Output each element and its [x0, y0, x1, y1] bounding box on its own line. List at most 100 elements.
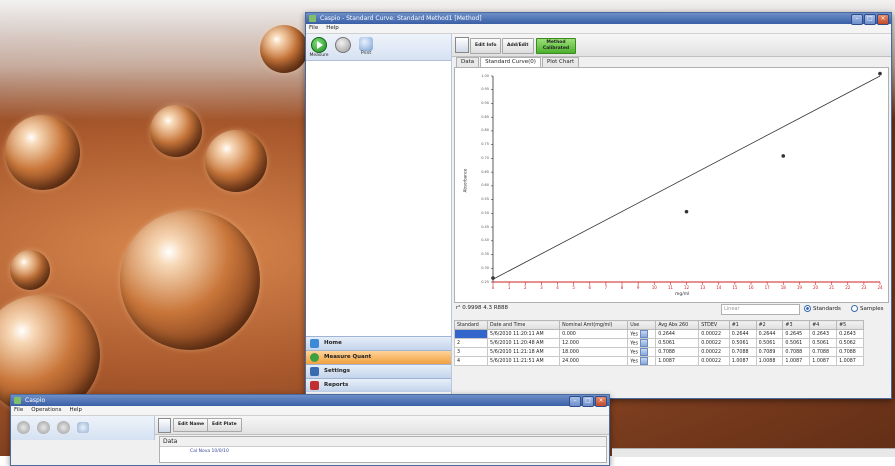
- column-header[interactable]: Nominal Amt(mg/ml): [559, 320, 629, 330]
- tab-data[interactable]: Data: [456, 57, 480, 67]
- dropdown-arrow-icon[interactable]: [639, 339, 648, 347]
- table-cell: 24.000: [559, 356, 629, 366]
- regression-status: r² 0.9998 4.3 R888: [456, 305, 509, 311]
- menu-help[interactable]: Help: [69, 406, 82, 415]
- radio-standards[interactable]: Standards: [804, 305, 841, 312]
- play-icon[interactable]: [17, 421, 30, 434]
- column-header[interactable]: #3: [782, 320, 811, 330]
- nav-reports-label: Reports: [324, 382, 349, 388]
- tab-plot-chart[interactable]: Plot Chart: [541, 57, 580, 67]
- table-cell: 1.0087: [836, 356, 864, 366]
- tab-standard-curve[interactable]: Standard Curve(0): [480, 57, 541, 67]
- nav-reports[interactable]: Reports: [306, 378, 451, 392]
- edit-plate-label: Edit Plate: [212, 422, 237, 427]
- column-header[interactable]: Date and Time: [487, 320, 561, 330]
- table-cell: 5/6/2010 11:20:48 AM: [487, 338, 561, 348]
- table-cell[interactable]: Yes: [627, 329, 657, 339]
- table-cell: 0.5061: [755, 338, 784, 348]
- play-icon: [311, 37, 327, 53]
- table-cell[interactable]: Yes: [627, 356, 657, 366]
- disc-icon[interactable]: [57, 421, 70, 434]
- table-cell: 5/6/2010 11:21:18 AM: [487, 347, 561, 357]
- edit-plate-button[interactable]: Edit Plate: [207, 418, 242, 432]
- table-cell: 0.2644: [728, 329, 757, 339]
- table-cell: 0.5062: [836, 338, 864, 348]
- table-row[interactable]: 3 5/6/2010 11:21:18 AM 18.000 Yes 0.7088 0.00…: [453, 347, 864, 357]
- table-cell: 18.000: [559, 347, 629, 357]
- table-cell: 0.7089: [755, 347, 784, 357]
- table-cell: 0.5061: [728, 338, 757, 348]
- nav-measure-quant[interactable]: Measure Quant: [306, 350, 451, 364]
- minimize-button[interactable]: –: [569, 396, 581, 407]
- menu-file[interactable]: File: [309, 24, 318, 33]
- print-icon[interactable]: [77, 422, 89, 433]
- table-cell[interactable]: Yes: [627, 338, 657, 348]
- edit-info-button[interactable]: Edit Info: [470, 38, 502, 54]
- curve-fit-dropdown[interactable]: Linear: [721, 304, 800, 315]
- column-header[interactable]: STDEV: [698, 320, 730, 330]
- column-header[interactable]: Use: [627, 320, 657, 330]
- dropdown-arrow-icon[interactable]: [639, 330, 648, 338]
- bubble-decoration: [150, 105, 202, 157]
- table-header-row: Standard Date and Time Nominal Amt(mg/ml) U…: [453, 320, 864, 330]
- table-row[interactable]: 4 5/6/2010 11:21:51 AM 24.000 Yes 1.0087 0.00…: [453, 356, 864, 366]
- dropdown-arrow-icon[interactable]: [639, 357, 648, 365]
- main-window: Caspio - Standard Curve: Standard Method…: [305, 12, 892, 399]
- method-calibrated-button[interactable]: Method Calibrated: [536, 38, 576, 54]
- table-cell: 0.2643: [836, 329, 864, 339]
- window-title: Caspio - Standard Curve: Standard Method…: [320, 15, 482, 22]
- table-cell: 0.7088: [782, 347, 811, 357]
- table-cell: 1.0087: [809, 356, 838, 366]
- bubble-decoration: [120, 210, 260, 350]
- print-button[interactable]: Print: [356, 37, 376, 56]
- column-header[interactable]: #1: [728, 320, 757, 330]
- column-header[interactable]: Standard: [453, 320, 489, 330]
- close-button[interactable]: ×: [595, 396, 607, 407]
- table-cell[interactable]: Yes: [627, 347, 657, 357]
- menu-file[interactable]: File: [14, 406, 23, 415]
- column-header[interactable]: #4: [809, 320, 838, 330]
- reports-icon: [310, 381, 319, 390]
- menu-help[interactable]: Help: [326, 24, 339, 33]
- bubble-decoration: [5, 115, 80, 190]
- maximize-button[interactable]: □: [582, 396, 594, 407]
- menu-operations[interactable]: Operations: [31, 406, 61, 415]
- measure-button[interactable]: Measure: [309, 37, 329, 58]
- left-toolbar: Measure Print: [306, 34, 451, 61]
- disc-icon[interactable]: [37, 421, 50, 434]
- close-button[interactable]: ×: [877, 14, 889, 25]
- tree-item[interactable]: Cal Nova 10/0/10: [160, 447, 606, 454]
- edit-name-button[interactable]: Edit Name: [173, 418, 210, 432]
- table-cell: 0.000: [559, 329, 629, 339]
- main-titlebar[interactable]: Caspio - Standard Curve: Standard Method…: [306, 13, 891, 25]
- column-header[interactable]: #5: [836, 320, 864, 330]
- table-row[interactable]: 2 5/6/2010 11:20:48 AM 12.000 Yes 0.5061 0.00…: [453, 338, 864, 348]
- radio-standards-icon: [804, 305, 811, 312]
- table-cell: 1.0087: [655, 356, 700, 366]
- radio-samples[interactable]: Samples: [851, 305, 884, 312]
- minimize-button[interactable]: –: [851, 14, 863, 25]
- standard-curve-chart: Absorbance mg/ml 0.25 0.30 0.35 0.40 0.45 0.5…: [454, 67, 889, 303]
- second-titlebar[interactable]: Caspio – □ ×: [11, 395, 609, 407]
- table-cell: 0.5061: [809, 338, 838, 348]
- table-row[interactable]: 5/6/2010 11:20:11 AM 0.000 Yes 0.2644 0.0002…: [453, 329, 864, 339]
- app-icon: [14, 397, 21, 404]
- table-cell: 0.00022: [698, 347, 730, 357]
- column-header[interactable]: Avg Abs 260: [655, 320, 700, 330]
- dropdown-arrow-icon[interactable]: [639, 348, 648, 356]
- column-header[interactable]: #2: [755, 320, 784, 330]
- nav-settings[interactable]: Settings: [306, 364, 451, 378]
- radio-samples-label: Samples: [860, 306, 884, 312]
- tab-data[interactable]: Data: [160, 437, 606, 447]
- table-cell: 1.0087: [782, 356, 811, 366]
- nav-home[interactable]: Home: [306, 336, 451, 350]
- second-window-title: Caspio: [25, 397, 46, 404]
- table-cell: 0.2643: [809, 329, 838, 339]
- maximize-button[interactable]: □: [864, 14, 876, 25]
- edit-name-label: Edit Name: [178, 422, 205, 427]
- add-edit-button[interactable]: Add/Edit: [502, 38, 534, 54]
- second-window: Caspio – □ × File Operations Help Edit N…: [10, 394, 610, 466]
- table-cell: 0.7088: [809, 347, 838, 357]
- table-cell: 0.00022: [698, 329, 730, 339]
- disc-button[interactable]: [333, 37, 353, 53]
